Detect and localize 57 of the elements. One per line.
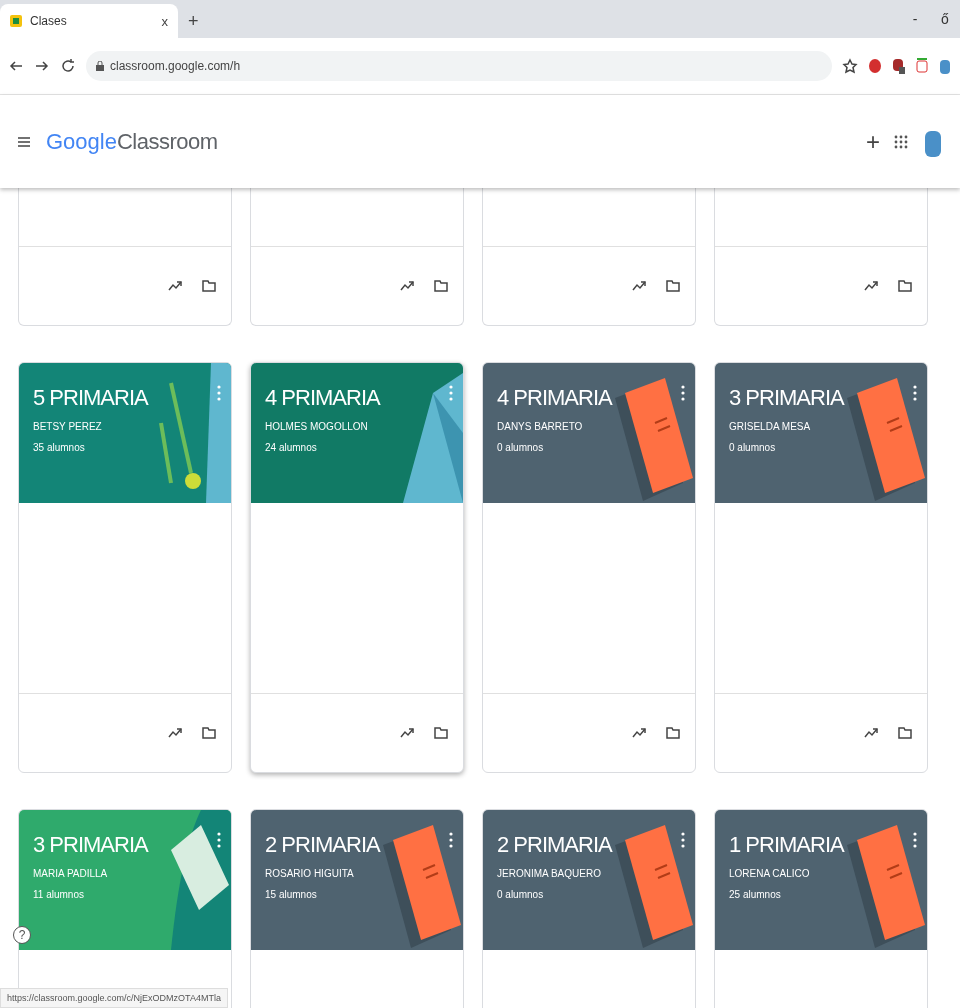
teacher-name: JERONIMA BAQUERO <box>497 868 602 879</box>
teacher-name: ROSARIO HIGUITA <box>265 868 355 879</box>
teacher-name: BETSY PEREZ <box>33 421 103 432</box>
new-tab-button[interactable]: + <box>184 11 203 32</box>
class-title[interactable]: 1 PRIMARIA <box>729 832 913 858</box>
class-title[interactable]: 2 PRIMARIA <box>497 832 681 858</box>
class-card[interactable]: 2 PRIMARIA ROSARIO HIGUITA 15 alumnos <box>250 809 464 1008</box>
star-icon[interactable] <box>842 58 858 74</box>
student-count: 0 alumnos <box>497 889 545 900</box>
tab-close-button[interactable]: x <box>161 13 168 29</box>
folder-icon[interactable] <box>665 725 681 741</box>
student-count: 35 alumnos <box>33 442 86 453</box>
extension-icon[interactable] <box>916 58 928 74</box>
browser-tab[interactable]: Clases x <box>0 4 178 38</box>
teacher-name: MARIA PADILLA <box>33 868 109 879</box>
folder-icon[interactable] <box>201 278 217 294</box>
apps-grid-icon[interactable] <box>894 134 908 149</box>
lock-icon <box>96 61 104 71</box>
help-button[interactable]: ? <box>13 926 31 944</box>
window-control-button[interactable]: ő <box>930 10 960 28</box>
class-card[interactable]: 3 PRIMARIA GRISELDA MESA 0 alumnos <box>714 362 928 773</box>
class-title[interactable]: 2 PRIMARIA <box>265 832 449 858</box>
student-count: 15 alumnos <box>265 889 318 900</box>
class-card[interactable]: 4 PRIMARIA HOLMES MOGOLLON 24 alumnos <box>250 362 464 773</box>
student-count: 0 alumnos <box>497 442 545 453</box>
reload-icon[interactable] <box>60 58 76 74</box>
folder-icon[interactable] <box>897 278 913 294</box>
classroom-favicon-icon <box>10 15 22 27</box>
class-card[interactable]: 5 PRIMARIA BETSY PEREZ 35 alumnos <box>18 362 232 773</box>
tab-title: Clases <box>30 14 68 28</box>
student-count: 11 alumnos <box>33 889 85 900</box>
window-control-button[interactable]: - <box>900 10 930 28</box>
teacher-name: DANYS BARRETO <box>497 421 584 432</box>
url-text: classroom.google.com/h <box>110 59 241 73</box>
class-title[interactable]: 4 PRIMARIA <box>497 385 681 411</box>
folder-icon[interactable] <box>897 725 913 741</box>
class-card[interactable]: 4 PRIMARIA DANYS BARRETO 0 alumnos <box>482 362 696 773</box>
class-title[interactable]: 3 PRIMARIA <box>729 385 913 411</box>
class-card[interactable]: 1 PRIMARIA LORENA CALICO 25 alumnos <box>714 809 928 1008</box>
extension-icon[interactable] <box>892 58 906 74</box>
class-title[interactable]: 5 PRIMARIA <box>33 385 217 411</box>
teacher-name: HOLMES MOGOLLON <box>265 421 369 432</box>
status-url: https://classroom.google.com/c/NjExODMzOTA4MTla <box>0 988 228 1008</box>
student-count: 25 alumnos <box>729 889 782 900</box>
add-class-button[interactable]: + <box>866 127 880 156</box>
teacher-name: LORENA CALICO <box>729 868 811 879</box>
teacher-name: GRISELDA MESA <box>729 421 812 432</box>
folder-icon[interactable] <box>433 725 449 741</box>
address-bar[interactable]: classroom.google.com/h <box>86 51 832 81</box>
class-title[interactable]: 4 PRIMARIA <box>265 385 449 411</box>
folder-icon[interactable] <box>433 278 449 294</box>
folder-icon[interactable] <box>665 278 681 294</box>
classroom-logo[interactable]: GoogleClassroom <box>46 128 852 155</box>
student-count: 24 alumnos <box>265 442 318 453</box>
class-card[interactable]: 2 PRIMARIA JERONIMA BAQUERO 0 alumnos <box>482 809 696 1008</box>
folder-icon[interactable] <box>201 725 217 741</box>
student-count: 0 alumnos <box>729 442 777 453</box>
